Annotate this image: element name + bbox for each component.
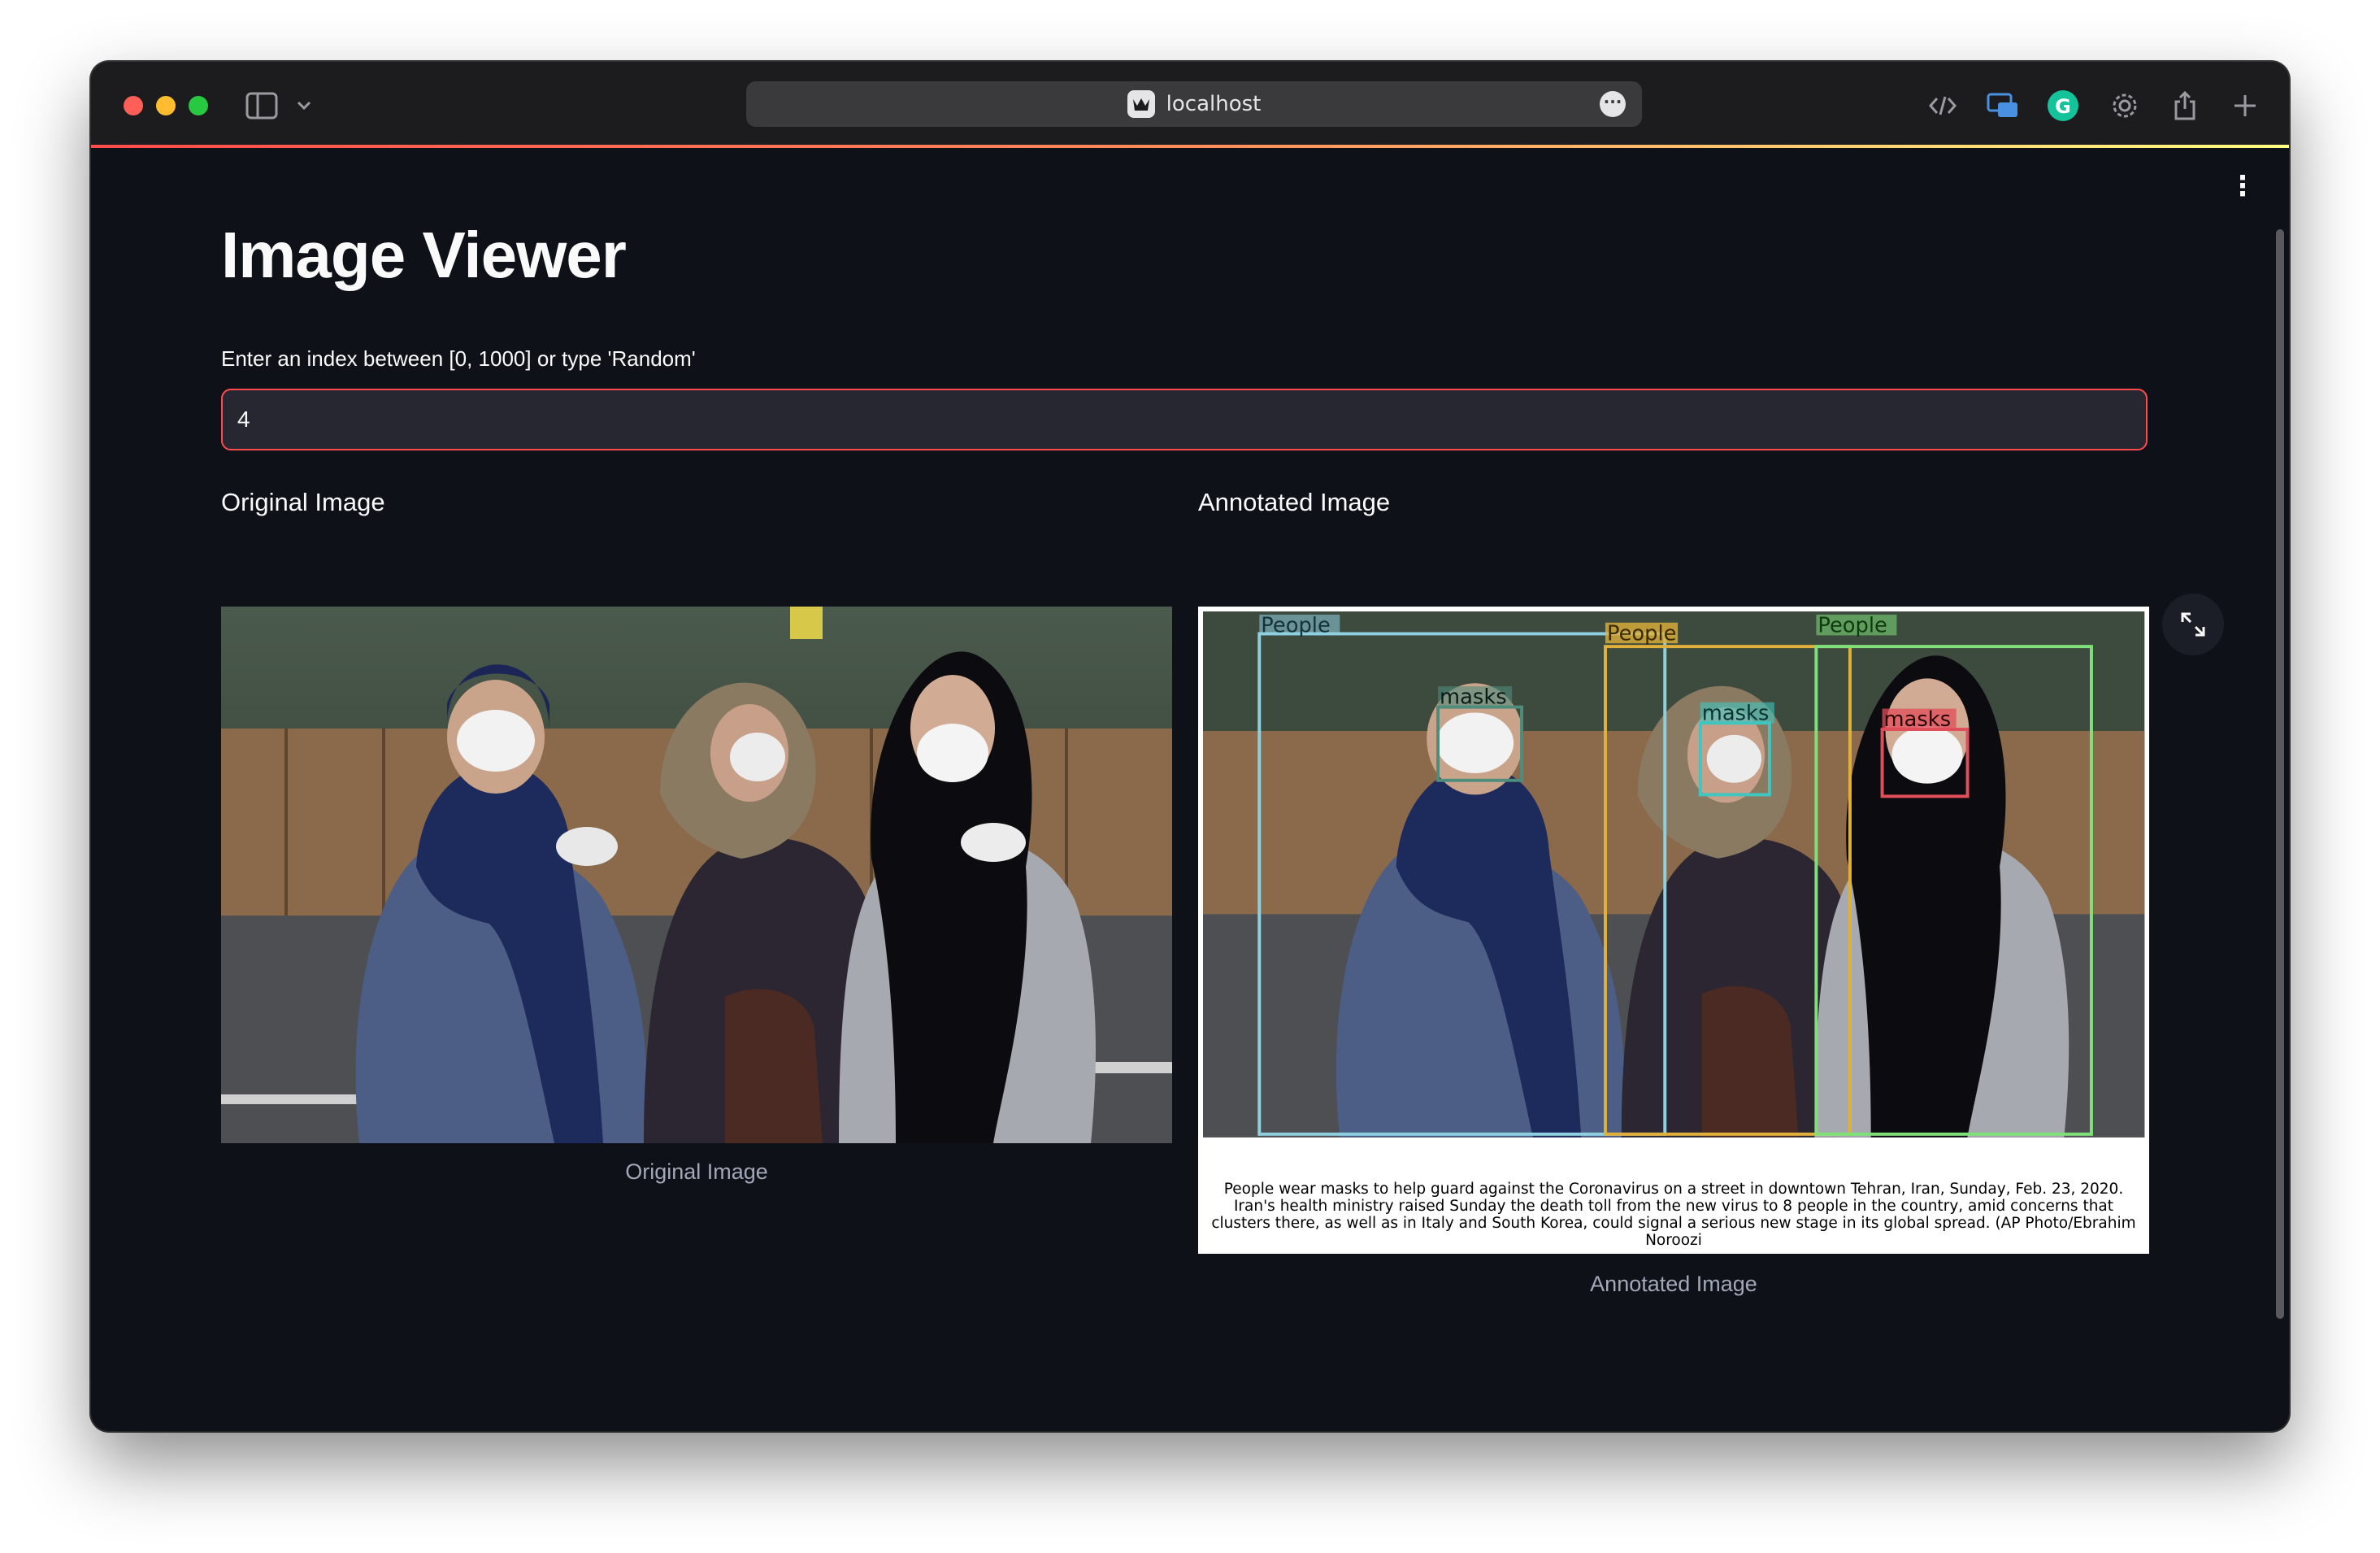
- original-image-heading: Original Image: [221, 488, 385, 516]
- original-image-caption: Original Image: [625, 1159, 768, 1184]
- chevron-down-icon[interactable]: [294, 89, 314, 122]
- grammarly-letter: G: [2055, 95, 2071, 118]
- gear-icon[interactable]: [2109, 89, 2141, 122]
- browser-window: localhost ··· G ⋮ Image Viewer Enter an …: [91, 62, 2289, 1431]
- box-label-masks-2: masks: [1702, 701, 1770, 725]
- index-input-label: Enter an index between [0, 1000] or type…: [221, 346, 696, 371]
- annotated-image-heading: Annotated Image: [1198, 488, 1391, 516]
- fullscreen-button[interactable]: [2162, 594, 2224, 655]
- box-label-masks-3: masks: [1884, 707, 1952, 732]
- original-image: [221, 607, 1172, 1143]
- index-input[interactable]: [221, 389, 2148, 450]
- page-title: Image Viewer: [221, 219, 627, 291]
- close-window-button[interactable]: [124, 96, 143, 115]
- plus-icon[interactable]: [2229, 89, 2261, 122]
- annotated-image-caption: Annotated Image: [1590, 1272, 1757, 1296]
- expand-icon: [2181, 612, 2205, 637]
- address-bar[interactable]: localhost ···: [746, 81, 1642, 127]
- box-label-people-2: People: [1607, 621, 1677, 646]
- screen-share-icon[interactable]: [1987, 89, 2019, 122]
- more-options-icon[interactable]: ···: [1600, 91, 1626, 117]
- annotated-image: People People People masks masks masks P…: [1198, 607, 2149, 1254]
- main-menu-icon[interactable]: ⋮: [2229, 172, 2256, 200]
- browser-titlebar: localhost ··· G: [91, 62, 2289, 146]
- url-text: localhost: [1166, 92, 1262, 116]
- minimize-window-button[interactable]: [156, 96, 176, 115]
- dev-tools-icon[interactable]: [1926, 89, 1959, 122]
- grammarly-icon[interactable]: G: [2047, 89, 2079, 122]
- sidebar-icon[interactable]: [245, 89, 278, 122]
- site-logo-icon: [1127, 90, 1155, 118]
- box-label-people-1: People: [1261, 614, 1331, 638]
- box-label-people-3: People: [1818, 614, 1887, 638]
- annotated-image-text: People wear masks to help guard against …: [1211, 1181, 2136, 1249]
- app-content: ⋮ Image Viewer Enter an index between [0…: [91, 148, 2289, 1431]
- zoom-window-button[interactable]: [189, 96, 208, 115]
- box-label-masks-1: masks: [1440, 685, 1507, 710]
- share-icon[interactable]: [2169, 89, 2201, 122]
- scrollbar[interactable]: [2276, 229, 2284, 1319]
